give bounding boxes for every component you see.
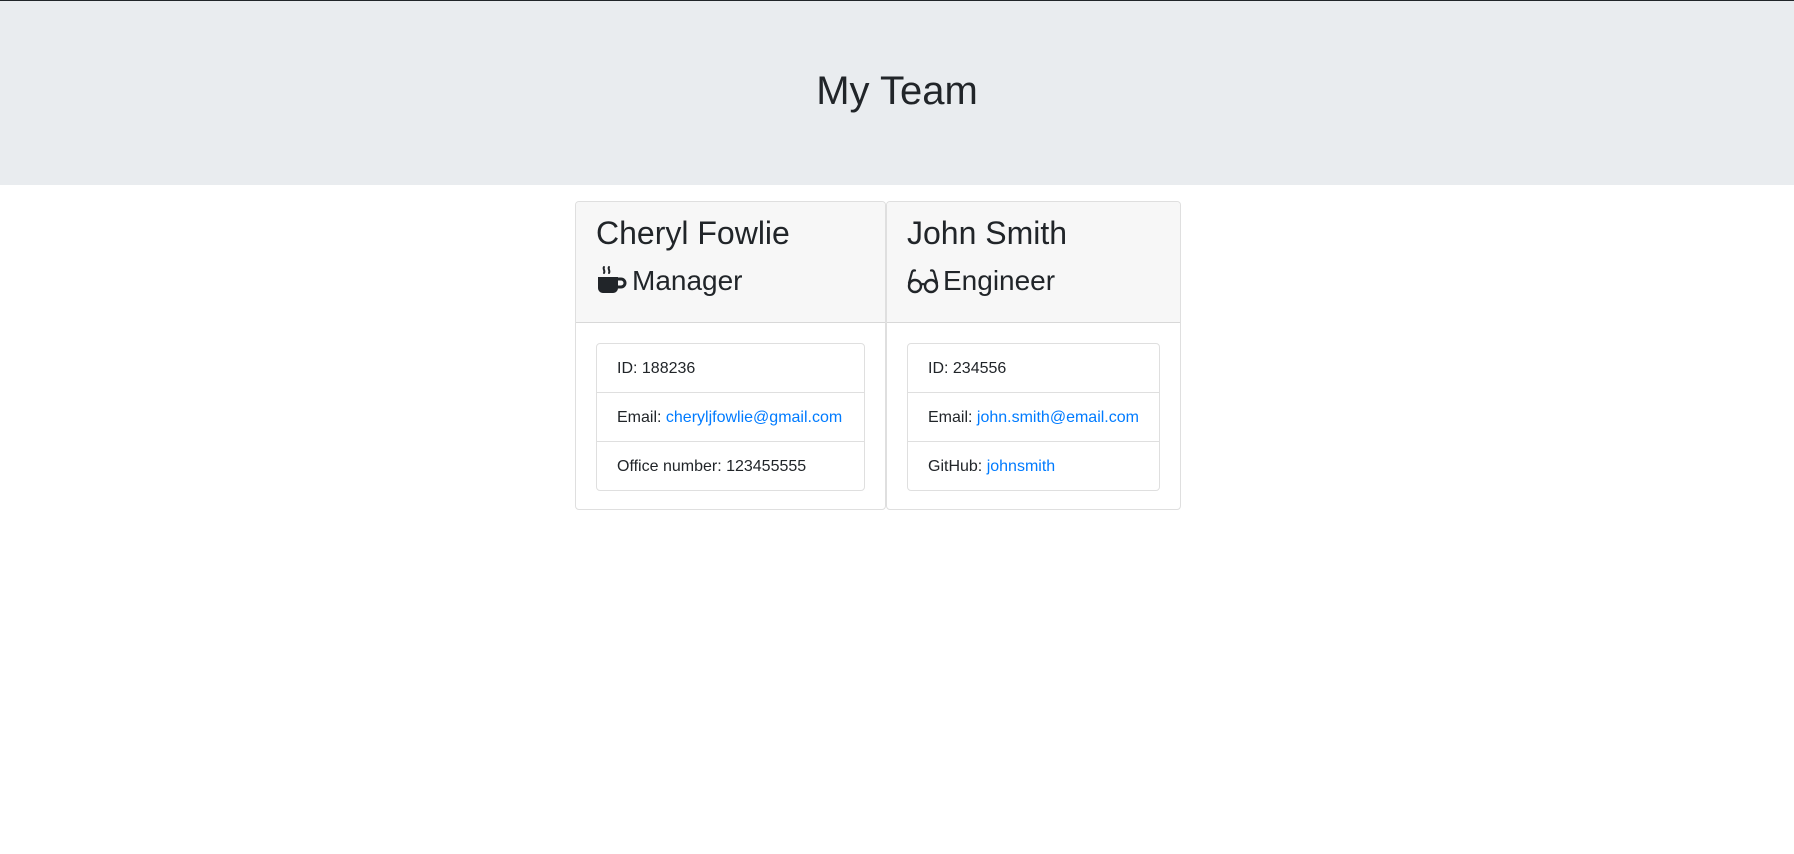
role-label: Manager <box>632 265 743 296</box>
employee-name: Cheryl Fowlie <box>596 215 790 251</box>
employee-email-row: Email: john.smith@email.com <box>908 393 1159 442</box>
page-title: My Team <box>816 69 978 113</box>
github-row: GitHub: johnsmith <box>908 442 1159 490</box>
glasses-icon <box>907 265 939 297</box>
card-header: Cheryl Fowlie Manager <box>576 202 885 323</box>
employee-card-manager: Cheryl Fowlie Manager ID: 188236 Email: … <box>575 201 886 510</box>
card-header: John Smith Engineer <box>887 202 1180 323</box>
employee-role: Engineer <box>907 263 1055 299</box>
employee-id: ID: 188236 <box>597 344 864 393</box>
email-link[interactable]: cheryljfowlie@gmail.com <box>666 409 842 426</box>
email-link[interactable]: john.smith@email.com <box>977 409 1139 426</box>
email-prefix: Email: <box>617 409 666 426</box>
employee-card-engineer: John Smith Engineer ID: 234556 Email: jo… <box>886 201 1181 510</box>
mug-hot-icon <box>596 265 628 297</box>
employee-email-row: Email: cheryljfowlie@gmail.com <box>597 393 864 442</box>
employee-id: ID: 234556 <box>908 344 1159 393</box>
employee-role: Manager <box>596 263 743 299</box>
employee-details-list: ID: 188236 Email: cheryljfowlie@gmail.co… <box>596 343 865 491</box>
page-header: My Team <box>0 1 1794 185</box>
github-link[interactable]: johnsmith <box>987 458 1055 475</box>
github-prefix: GitHub: <box>928 458 987 475</box>
email-prefix: Email: <box>928 409 977 426</box>
employee-details-list: ID: 234556 Email: john.smith@email.com G… <box>907 343 1160 491</box>
employee-name: John Smith <box>907 215 1068 251</box>
role-label: Engineer <box>943 265 1056 296</box>
office-number: Office number: 123455555 <box>617 458 807 475</box>
